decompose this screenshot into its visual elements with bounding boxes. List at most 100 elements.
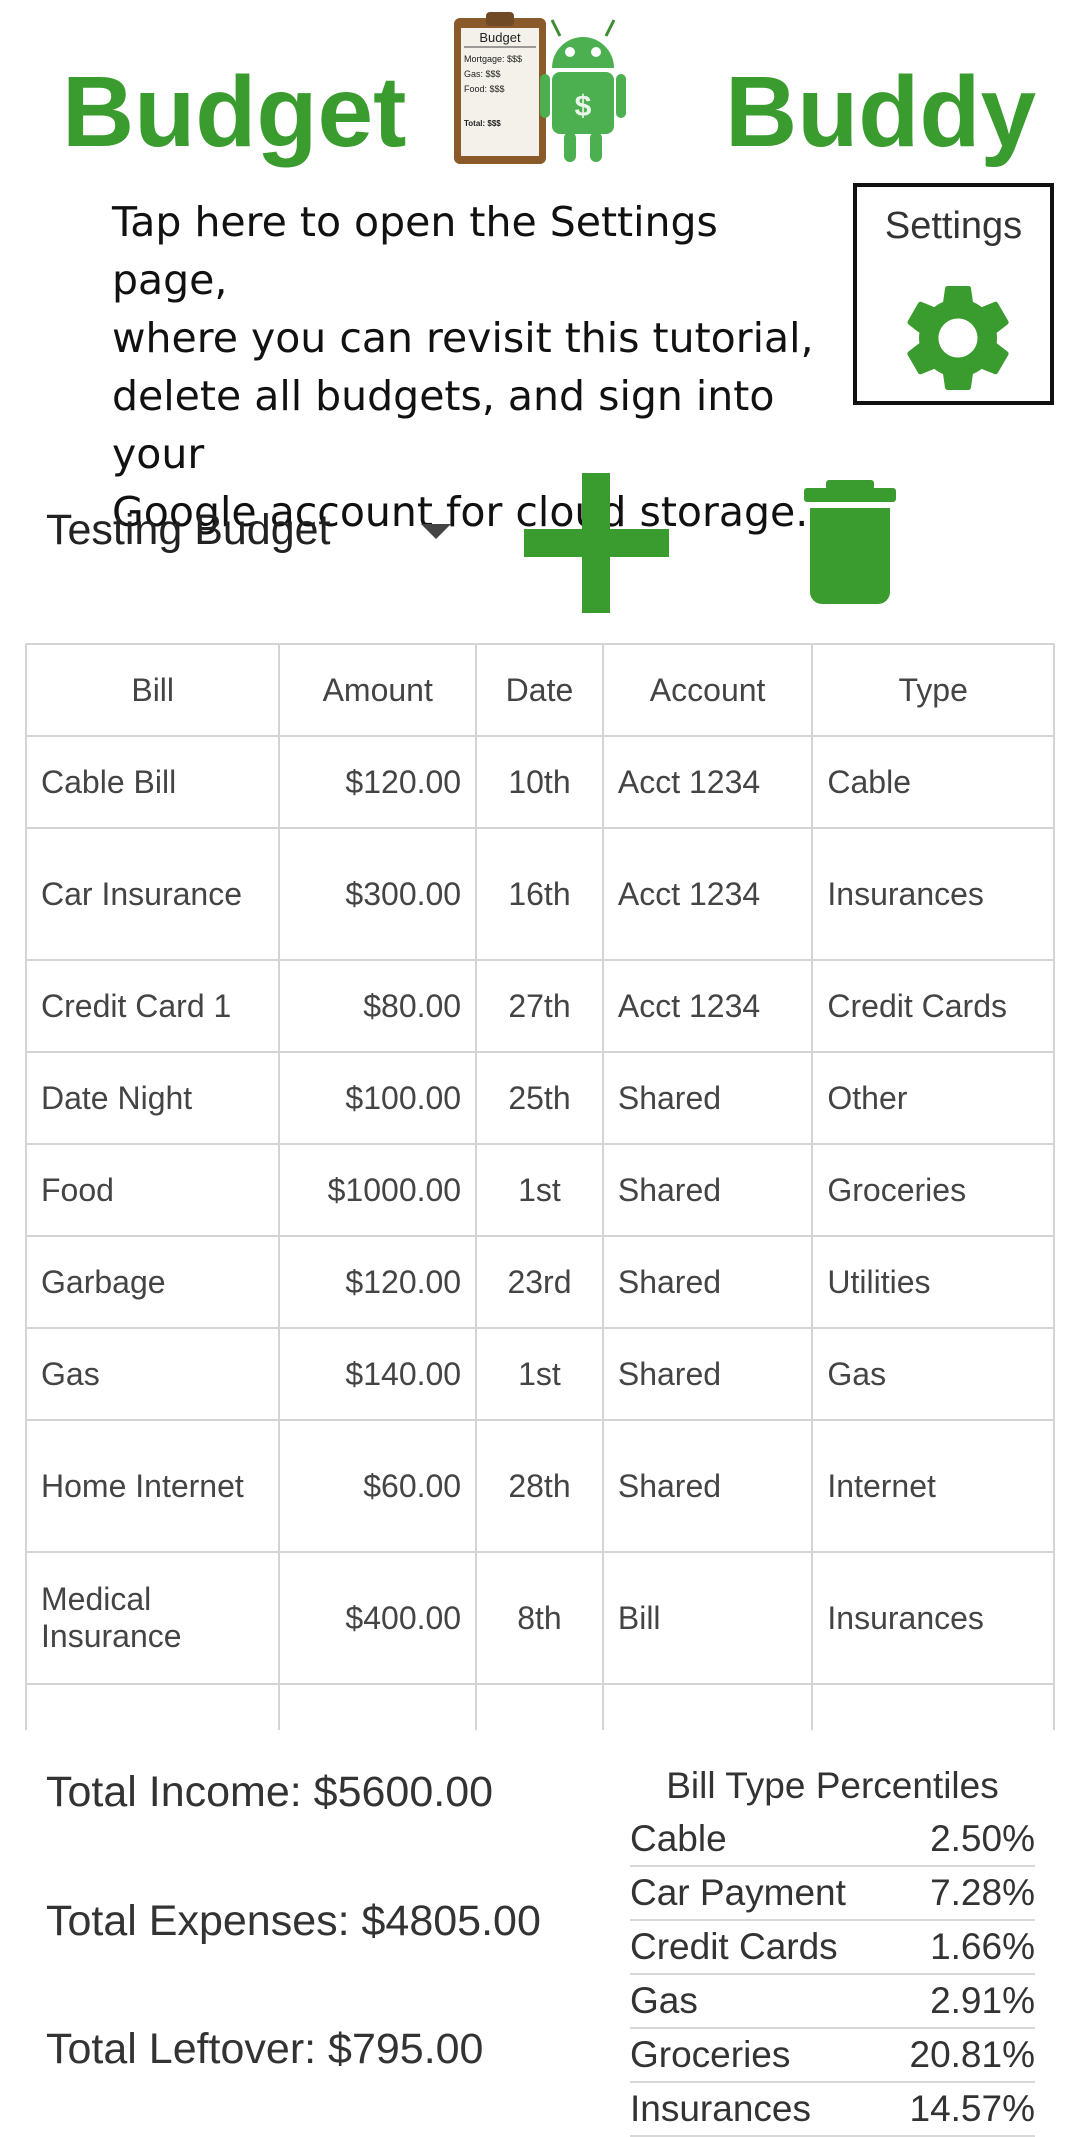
bills-table: Bill Amount Date Account Type Cable Bill… bbox=[25, 643, 1055, 1730]
column-header-bill: Bill bbox=[25, 643, 281, 737]
cell-bill: Gas bbox=[25, 1327, 281, 1421]
cell-type: Insurances bbox=[811, 827, 1055, 961]
column-header-account: Account bbox=[601, 643, 814, 737]
table-row[interactable]: Food $1000.00 1st Shared Groceries bbox=[25, 1143, 1055, 1237]
cell-type: Groceries bbox=[811, 1143, 1055, 1237]
logo-clipboard-line: Mortgage: $$$ bbox=[464, 54, 522, 64]
percentile-value: 7.28% bbox=[930, 1872, 1035, 1913]
cell-bill: Cable Bill bbox=[25, 735, 281, 829]
tutorial-line: delete all budgets, and sign into your bbox=[112, 372, 775, 478]
tutorial-line: where you can revisit this tutorial, bbox=[112, 314, 814, 362]
total-expenses: Total Expenses: $4805.00 bbox=[46, 1897, 541, 1945]
settings-button[interactable]: Settings bbox=[853, 183, 1054, 405]
cell-amount: $100.00 bbox=[278, 1051, 478, 1145]
percentile-row: Credit Cards 1.66% bbox=[630, 1921, 1035, 1975]
percentile-type: Groceries bbox=[630, 2034, 791, 2075]
cell-amount: $120.00 bbox=[278, 735, 478, 829]
percentile-value: 1.66% bbox=[930, 1926, 1035, 1967]
percentile-row: Groceries 20.81% bbox=[630, 2029, 1035, 2083]
cell-type: Insurances bbox=[811, 1551, 1055, 1685]
percentiles-title: Bill Type Percentiles bbox=[666, 1765, 999, 1806]
percentile-value: 14.57% bbox=[909, 2088, 1036, 2129]
cell-amount: $120.00 bbox=[278, 1235, 478, 1329]
cell-bill: Car Insurance bbox=[25, 827, 281, 961]
cell-amount: $300.00 bbox=[278, 827, 478, 961]
column-header-amount: Amount bbox=[278, 643, 478, 737]
cell-bill: Credit Card 1 bbox=[25, 959, 281, 1053]
percentile-value: 20.81% bbox=[909, 2034, 1036, 2075]
cell-amount: $80.00 bbox=[278, 959, 478, 1053]
cell-type: Utilities bbox=[811, 1235, 1055, 1329]
table-row[interactable]: Credit Card 1 $80.00 27th Acct 1234 Cred… bbox=[25, 959, 1055, 1053]
cell-account: Acct 1234 bbox=[601, 735, 814, 829]
table-row[interactable]: Gas $140.00 1st Shared Gas bbox=[25, 1327, 1055, 1421]
logo-clipboard-line: Food: $$$ bbox=[464, 84, 505, 94]
cell-account: Acct 1234 bbox=[601, 827, 814, 961]
logo-clipboard-total: Total: $$$ bbox=[464, 119, 501, 128]
logo-robot-symbol: $ bbox=[575, 90, 592, 123]
table-row[interactable]: Home Internet $60.00 28th Shared Interne… bbox=[25, 1419, 1055, 1553]
logo-clipboard-line: Gas: $$$ bbox=[464, 69, 501, 79]
column-header-date: Date bbox=[475, 643, 604, 737]
trash-icon bbox=[804, 480, 896, 604]
cell-account: Shared bbox=[601, 1327, 814, 1421]
percentile-row: Gas 2.91% bbox=[630, 1975, 1035, 2029]
cell-bill: Date Night bbox=[25, 1051, 281, 1145]
cell-bill: Home Internet bbox=[25, 1419, 281, 1553]
app-logo: Budget Mortgage: $$$ Gas: $$$ Food: $$$ … bbox=[454, 12, 626, 164]
cell-type: Credit Cards bbox=[811, 959, 1055, 1053]
settings-label: Settings bbox=[884, 205, 1023, 247]
budget-dropdown-value: Testing Budget bbox=[46, 505, 331, 554]
add-budget-button[interactable] bbox=[524, 473, 669, 613]
table-row[interactable]: Cable Bill $120.00 10th Acct 1234 Cable bbox=[25, 735, 1055, 829]
percentile-row: Cable 2.50% bbox=[630, 1813, 1035, 1867]
logo-clipboard-title: Budget bbox=[479, 30, 521, 45]
percentile-type: Insurances bbox=[630, 2088, 811, 2129]
cell-bill: Food bbox=[25, 1143, 281, 1237]
cell-date: 25th bbox=[475, 1051, 604, 1145]
percentile-type: Car Payment bbox=[630, 1872, 846, 1913]
cell-amount: $140.00 bbox=[278, 1327, 478, 1421]
budget-dropdown[interactable]: Testing Budget bbox=[46, 470, 466, 590]
cell-amount: $60.00 bbox=[278, 1419, 478, 1553]
table-row[interactable]: Garbage $120.00 23rd Shared Utilities bbox=[25, 1235, 1055, 1329]
cell-date: 23rd bbox=[475, 1235, 604, 1329]
app-title-right: Buddy bbox=[725, 56, 1037, 168]
cell-amount: $1000.00 bbox=[278, 1143, 478, 1237]
cell-date: 8th bbox=[475, 1551, 604, 1685]
cell-date: 27th bbox=[475, 959, 604, 1053]
cell-type: Internet bbox=[811, 1419, 1055, 1553]
cell-account: Shared bbox=[601, 1419, 814, 1553]
cell-account: Shared bbox=[601, 1143, 814, 1237]
table-row[interactable]: Date Night $100.00 25th Shared Other bbox=[25, 1051, 1055, 1145]
percentile-type: Cable bbox=[630, 1818, 727, 1859]
percentile-value: 2.91% bbox=[930, 1980, 1035, 2021]
table-row[interactable]: Car Insurance $300.00 16th Acct 1234 Ins… bbox=[25, 827, 1055, 961]
percentile-row: Car Payment 7.28% bbox=[630, 1867, 1035, 1921]
chevron-down-icon bbox=[421, 524, 451, 539]
cell-date: 28th bbox=[475, 1419, 604, 1553]
cell-bill: Garbage bbox=[25, 1235, 281, 1329]
cell-date: 1st bbox=[475, 1143, 604, 1237]
cell-account: Bill bbox=[601, 1551, 814, 1685]
table-row[interactable]: Medical Insurance $400.00 8th Bill Insur… bbox=[25, 1551, 1055, 1685]
percentile-row: Insurances 14.57% bbox=[630, 2083, 1035, 2137]
cell-type: Other bbox=[811, 1051, 1055, 1145]
cell-date: 16th bbox=[475, 827, 604, 961]
tutorial-line: Tap here to open the Settings page, bbox=[112, 198, 718, 304]
table-header-row: Bill Amount Date Account Type bbox=[25, 643, 1055, 737]
delete-budget-button[interactable] bbox=[804, 480, 896, 604]
cell-bill: Medical Insurance bbox=[25, 1551, 281, 1685]
table-row[interactable] bbox=[25, 1683, 1055, 1730]
cell-type: Gas bbox=[811, 1327, 1055, 1421]
column-header-type: Type bbox=[811, 643, 1055, 737]
cell-date: 10th bbox=[475, 735, 604, 829]
cell-account: Acct 1234 bbox=[601, 959, 814, 1053]
percentile-type: Gas bbox=[630, 1980, 698, 2021]
gear-icon bbox=[907, 286, 1009, 390]
cell-account: Shared bbox=[601, 1051, 814, 1145]
cell-account: Shared bbox=[601, 1235, 814, 1329]
bills-table-container[interactable]: Bill Amount Date Account Type Cable Bill… bbox=[25, 643, 1055, 1730]
plus-icon bbox=[524, 473, 669, 613]
cell-date: 1st bbox=[475, 1327, 604, 1421]
